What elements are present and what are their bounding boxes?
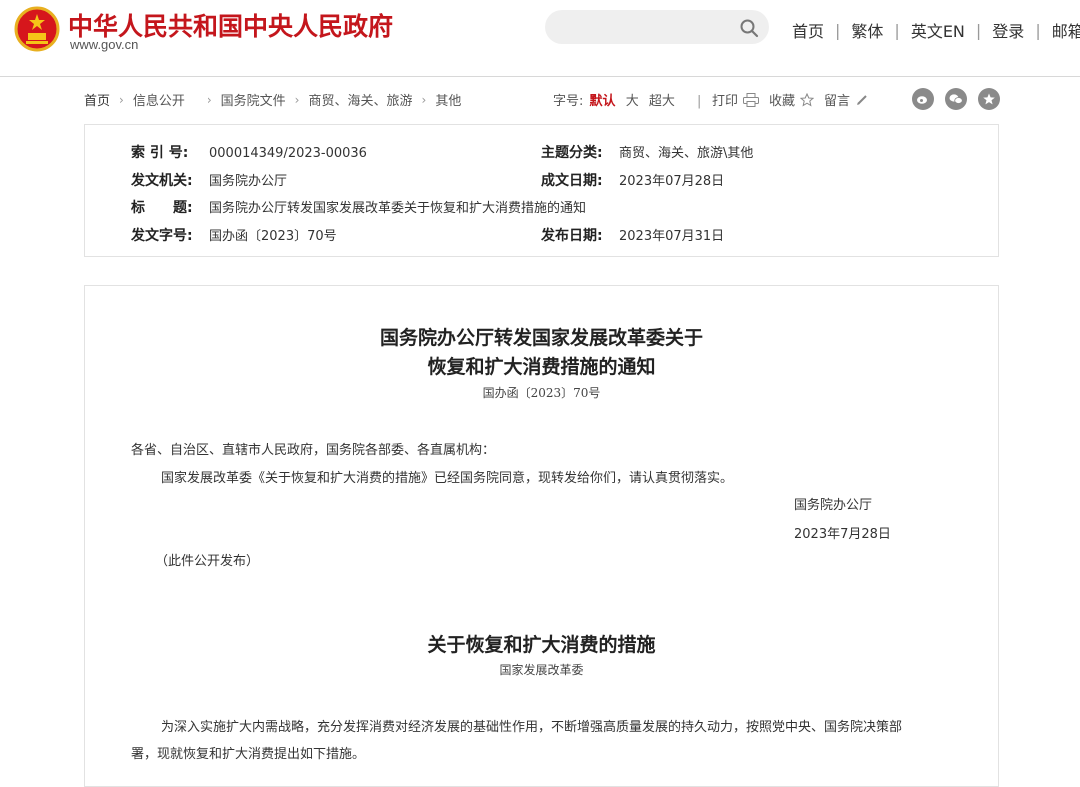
nav-english-link[interactable]: 英文EN [911,18,965,42]
article-title-line1: 国务院办公厅转发国家发展改革委关于 [379,327,703,349]
measures-title: 关于恢复和扩大消费的措施 [427,634,656,656]
measures-org: 国家发展改革委 [499,663,584,677]
chevron-right-icon: › [421,92,427,107]
meta-topic-row: 主题分类: 商贸、海关、旅游\其他 [541,142,753,162]
meta-docno-value: 国办函〔2023〕70号 [209,229,337,244]
meta-written-label: 成文日期: [541,173,603,189]
article-title-line2: 恢复和扩大消费措施的通知 [427,356,656,378]
share-icons [912,88,1011,110]
pencil-icon [857,94,867,105]
page-tools: 打印 收藏 留言 [712,90,879,109]
meta-issuer-value: 国务院办公厅 [209,174,288,189]
nav-separator: | [975,20,982,40]
article-body: 国家发展改革委《关于恢复和扩大消费的措施》已经国务院同意，现转发给你们，请认真贯… [161,471,734,486]
meta-docno-label: 发文字号: [131,228,193,244]
comment-label: 留言 [824,94,851,109]
chevron-right-icon: › [294,92,300,107]
top-header: 中华人民共和国中央人民政府 www.gov.cn 首页 | 繁体 | 英文EN … [0,0,1080,77]
document-metadata-table: 索 引 号: 000014349/2023-00036 主题分类: 商贸、海关、旅游… [84,124,999,257]
breadcrumb-info-open[interactable]: 信息公开 [133,90,185,109]
nav-login-link[interactable]: 登录 [992,18,1024,42]
nav-mail-link[interactable]: 邮箱 [1052,18,1080,42]
nav-separator: | [894,20,900,40]
meta-published-label: 发布日期: [541,228,603,244]
breadcrumb-home[interactable]: 首页 [84,90,110,109]
meta-docno-row: 发文字号: 国办函〔2023〕70号 [131,225,337,245]
search-input[interactable] [545,10,769,44]
meta-issuer-row: 发文机关: 国务院办公厅 [131,170,287,190]
meta-topic-label: 主题分类: [541,145,603,161]
print-label: 打印 [712,94,739,109]
breadcrumb-other[interactable]: 其他 [435,90,461,109]
breadcrumb: 首页 › 信息公开 › 国务院文件 › 商贸、海关、旅游 › 其他 [84,90,461,110]
star-icon [800,92,815,107]
font-size-large[interactable]: 大 [626,94,639,109]
article-doc-number: 国办函〔2023〕70号 [482,386,601,400]
meta-title-row: 标 题: 国务院办公厅转发国家发展改革委关于恢复和扩大消费措施的通知 [131,197,586,217]
font-size-xlarge[interactable]: 超大 [649,94,675,109]
meta-written-row: 成文日期: 2023年07月28日 [541,170,724,190]
meta-index-value: 000014349/2023-00036 [209,146,367,161]
nav-separator: | [835,20,841,40]
meta-written-value: 2023年07月28日 [619,174,725,189]
article-date: 2023年7月28日 [794,527,891,542]
comment-button[interactable]: 留言 [824,90,869,109]
meta-published-row: 发布日期: 2023年07月31日 [541,225,724,245]
national-emblem-logo[interactable] [14,6,60,52]
meta-title-value: 国务院办公厅转发国家发展改革委关于恢复和扩大消费措施的通知 [209,201,587,216]
print-button[interactable]: 打印 [712,90,760,109]
article-note: （此件公开发布） [155,554,260,569]
measures-paragraph-line1: 为深入实施扩大内需战略，充分发挥消费对经济发展的基础性作用，不断增强高质量发展的… [161,720,903,735]
font-size-separator: | [697,94,702,109]
measures-paragraph-line2: 署，现就恢复和扩大消费提出如下措施。 [131,747,366,762]
search-icon[interactable] [739,18,759,38]
meta-index-row: 索 引 号: 000014349/2023-00036 [131,142,367,162]
favorite-button[interactable]: 收藏 [769,90,815,109]
meta-topic-value: 商贸、海关、旅游\其他 [619,146,754,161]
weibo-icon[interactable] [912,88,934,110]
font-size-label: 字号: [553,94,584,109]
meta-title-label: 标 题: [131,200,193,216]
font-size-selector: 字号: 默认 大 超大 | [553,90,707,109]
breadcrumb-state-council-docs[interactable]: 国务院文件 [221,90,286,109]
nav-home-link[interactable]: 首页 [792,18,824,42]
printer-icon [743,92,760,107]
qzone-icon[interactable] [978,88,1000,110]
top-nav: 首页 | 繁体 | 英文EN | 登录 | 邮箱 [792,18,1080,42]
nav-traditional-link[interactable]: 繁体 [851,18,883,42]
breadcrumb-toolbar: 首页 › 信息公开 › 国务院文件 › 商贸、海关、旅游 › 其他 字号: 默认… [0,88,1080,112]
chevron-right-icon: › [119,92,124,107]
meta-index-label: 索 引 号: [131,145,189,161]
site-domain: www.gov.cn [70,37,139,52]
meta-issuer-label: 发文机关: [131,173,193,189]
chevron-right-icon: › [206,92,212,107]
wechat-icon[interactable] [945,88,967,110]
article-signature: 国务院办公厅 [794,498,873,513]
article-salutation: 各省、自治区、直辖市人民政府，国务院各部委、各直属机构： [131,443,496,458]
meta-published-value: 2023年07月31日 [619,229,725,244]
breadcrumb-trade-customs-tourism[interactable]: 商贸、海关、旅游 [308,90,412,109]
nav-separator: | [1035,20,1041,40]
article-card: 国务院办公厅转发国家发展改革委关于 恢复和扩大消费措施的通知 国办函〔2023〕… [84,285,999,787]
favorite-label: 收藏 [769,94,796,109]
font-size-default[interactable]: 默认 [590,94,616,109]
